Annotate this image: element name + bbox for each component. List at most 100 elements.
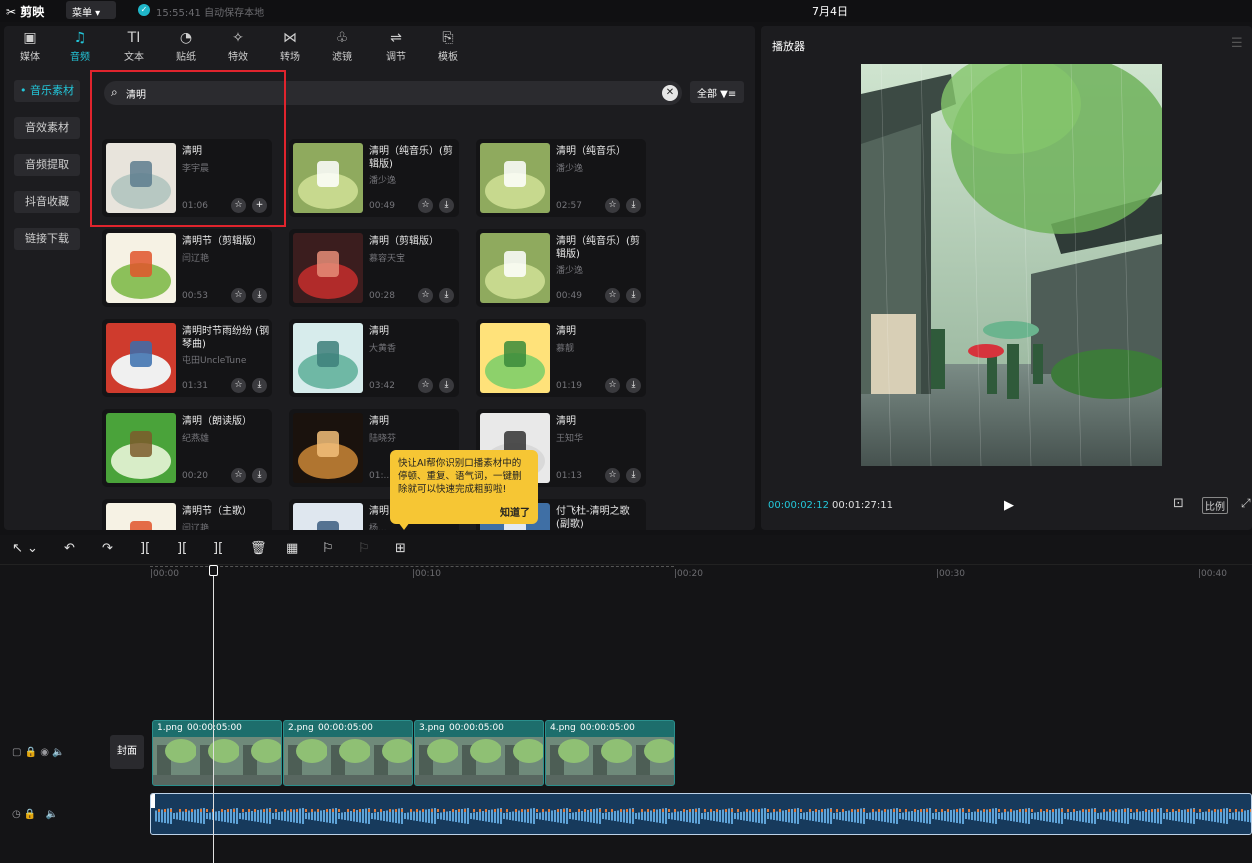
download-icon[interactable]: ⤓ [439, 288, 454, 303]
tab-6[interactable]: ♧ 滤镜 [320, 26, 364, 66]
song-artist: 慕靓 [556, 344, 575, 354]
music-card[interactable]: 清明 大黄香 03:42 ☆ ⤓ [289, 319, 459, 397]
favorite-icon[interactable]: ☆ [605, 378, 620, 393]
music-card[interactable]: 清明（纯音乐）(剪辑版) 潘少逸 00:49 ☆ ⤓ [476, 229, 646, 307]
album-cover [293, 503, 363, 530]
fit-icon[interactable]: ⊡ [1173, 496, 1184, 511]
filter-button[interactable]: 全部 ▼≡ [690, 81, 744, 103]
download-icon[interactable]: ⤓ [252, 288, 267, 303]
sidebar-item-4[interactable]: 链接下载 [14, 228, 80, 250]
freeze-icon[interactable]: ▦ [286, 541, 298, 556]
favorite-icon[interactable]: ☆ [418, 198, 433, 213]
music-card[interactable]: 清明 慕靓 01:19 ☆ ⤓ [476, 319, 646, 397]
tip-arrow [398, 522, 410, 530]
clear-icon[interactable]: ✕ [662, 85, 678, 101]
clip-frames [284, 737, 412, 785]
song-duration: 00:53 [182, 291, 208, 301]
music-card[interactable]: 清明（纯音乐） 潘少逸 02:57 ☆ ⤓ [476, 139, 646, 217]
music-card[interactable]: 清明时节雨纷纷 (钢琴曲) 屯田UncleTune 01:31 ☆ ⤓ [102, 319, 272, 397]
song-title: 清明（纯音乐） [556, 146, 626, 157]
download-icon[interactable]: ⤓ [626, 468, 641, 483]
tab-8[interactable]: ⎘ 模板 [426, 26, 470, 66]
music-card[interactable]: 清明（朗读版） 纪燕雄 00:20 ☆ ⤓ [102, 409, 272, 487]
video-clip[interactable]: 4.png 00:00:05:00 [545, 720, 675, 786]
ratio-button[interactable]: 比例 [1202, 497, 1228, 514]
video-clip[interactable]: 3.png 00:00:05:00 [414, 720, 544, 786]
sidebar-item-0[interactable]: • 音乐素材 [14, 80, 80, 102]
tab-1[interactable]: ♫ 音频 [58, 26, 102, 66]
download-icon[interactable]: ⤓ [439, 378, 454, 393]
music-card[interactable]: 清明（纯音乐）(剪辑版) 潘少逸 00:49 ☆ ⤓ [289, 139, 459, 217]
audio-track-controls[interactable]: ◷ 🔒 🔈 [12, 809, 58, 820]
video-clip[interactable]: 1.png 00:00:05:00 [152, 720, 282, 786]
favorite-icon[interactable]: ☆ [231, 288, 246, 303]
undo-icon[interactable]: ↶ [64, 541, 75, 556]
favorite-icon[interactable]: ☆ [605, 288, 620, 303]
tab-icon: ⇌ [390, 30, 402, 46]
song-artist: 潘少逸 [556, 164, 584, 174]
tab-icon: ♧ [335, 30, 349, 46]
playhead[interactable] [213, 565, 214, 863]
song-title: 清明时节雨纷纷 (钢琴曲) [182, 326, 270, 350]
music-card[interactable]: 清明（剪辑版） 慕容天宝 00:28 ☆ ⤓ [289, 229, 459, 307]
project-title[interactable]: 7月4日 [800, 3, 860, 19]
tab-0[interactable]: ▣ 媒体 [8, 26, 52, 66]
download-icon[interactable]: ⤓ [626, 288, 641, 303]
check-icon: ✓ [138, 4, 150, 16]
sidebar-item-1[interactable]: 音效素材 [14, 117, 80, 139]
song-artist: 杨... [369, 524, 387, 530]
video-clip[interactable]: 2.png 00:00:05:00 [283, 720, 413, 786]
cover-button[interactable]: 封面 [110, 735, 144, 769]
tab-7[interactable]: ⇌ 调节 [374, 26, 418, 66]
favorite-icon[interactable]: ☆ [605, 468, 620, 483]
clip-duration: 00:00:05:00 [187, 723, 242, 733]
download-icon[interactable]: ⤓ [252, 378, 267, 393]
favorite-icon[interactable]: ☆ [418, 378, 433, 393]
tab-icon: TI [127, 30, 141, 46]
favorite-icon[interactable]: ☆ [605, 198, 620, 213]
album-cover [106, 413, 176, 483]
music-card[interactable]: 清明节（主歌）闫辽艳☆⤓ [102, 499, 272, 530]
download-icon[interactable]: ⤓ [439, 198, 454, 213]
download-icon[interactable]: ⤓ [626, 378, 641, 393]
tab-4[interactable]: ✧ 特效 [216, 26, 260, 66]
time-ruler[interactable]: |00:00 |00:10 |00:20 |00:30 |00:40 [150, 565, 1252, 585]
menu-icon[interactable]: ☰ [1231, 36, 1243, 51]
video-track-controls[interactable]: ▢ 🔒 ◉ 🔈 [12, 747, 65, 758]
tab-label: 滤镜 [332, 52, 352, 63]
music-card[interactable]: 清明节（剪辑版） 闫辽艳 00:53 ☆ ⤓ [102, 229, 272, 307]
audio-clip[interactable] [150, 793, 1252, 835]
select-cursor-icon[interactable]: ↖ ⌄ [12, 541, 38, 556]
song-artist: 闫辽艳 [182, 524, 210, 530]
download-icon[interactable]: ⤓ [252, 468, 267, 483]
got-it-button[interactable]: 知道了 [500, 507, 530, 520]
tab-label: 文本 [124, 52, 144, 63]
play-icon[interactable]: ▶ [1004, 498, 1014, 513]
audio-waveform [151, 794, 1251, 824]
highlight-box [90, 70, 286, 227]
split-icon[interactable]: ][ [140, 541, 150, 556]
app-name: 剪映 [20, 5, 45, 19]
favorite-icon[interactable]: ☆ [418, 288, 433, 303]
song-artist: 慕容天宝 [369, 254, 406, 264]
library-panel: ▣ 媒体 ♫ 音频 TI 文本 ◔ 贴纸 ✧ 特效 ⋈ 转场 ♧ 滤镜 ⇌ 调节 ⎘ 模板 • 音乐素材 音效素材音… [4, 26, 755, 530]
favorite-icon[interactable]: ☆ [231, 378, 246, 393]
delete-icon[interactable]: 🗑 [250, 541, 267, 556]
timeline-panel: ↖ ⌄ ↶ ↷ ][ ][ ][ 🗑 ▦ ⚐ ⚐ ⊞ |00:00 |00:10 |… [0, 535, 1252, 863]
download-icon[interactable]: ⤓ [626, 198, 641, 213]
playhead-handle[interactable] [209, 565, 218, 576]
tab-2[interactable]: TI 文本 [112, 26, 156, 66]
marker-icon[interactable]: ⚐ [322, 541, 334, 556]
redo-icon[interactable]: ↷ [102, 541, 113, 556]
ai-cut-icon[interactable]: ⊞ [395, 541, 406, 556]
sidebar-item-3[interactable]: 抖音收藏 [14, 191, 80, 213]
menu-button[interactable]: 菜单 ▾ [66, 1, 116, 19]
tab-5[interactable]: ⋈ 转场 [268, 26, 312, 66]
favorite-icon[interactable]: ☆ [231, 468, 246, 483]
trim-right-icon[interactable]: ][ [213, 541, 223, 556]
sidebar-item-2[interactable]: 音频提取 [14, 154, 80, 176]
tab-3[interactable]: ◔ 贴纸 [164, 26, 208, 66]
timeline-toolbar: ↖ ⌄ ↶ ↷ ][ ][ ][ 🗑 ▦ ⚐ ⚐ ⊞ [0, 535, 1252, 565]
fullscreen-icon[interactable]: ⤢ [1241, 496, 1251, 511]
trim-left-icon[interactable]: ][ [177, 541, 187, 556]
